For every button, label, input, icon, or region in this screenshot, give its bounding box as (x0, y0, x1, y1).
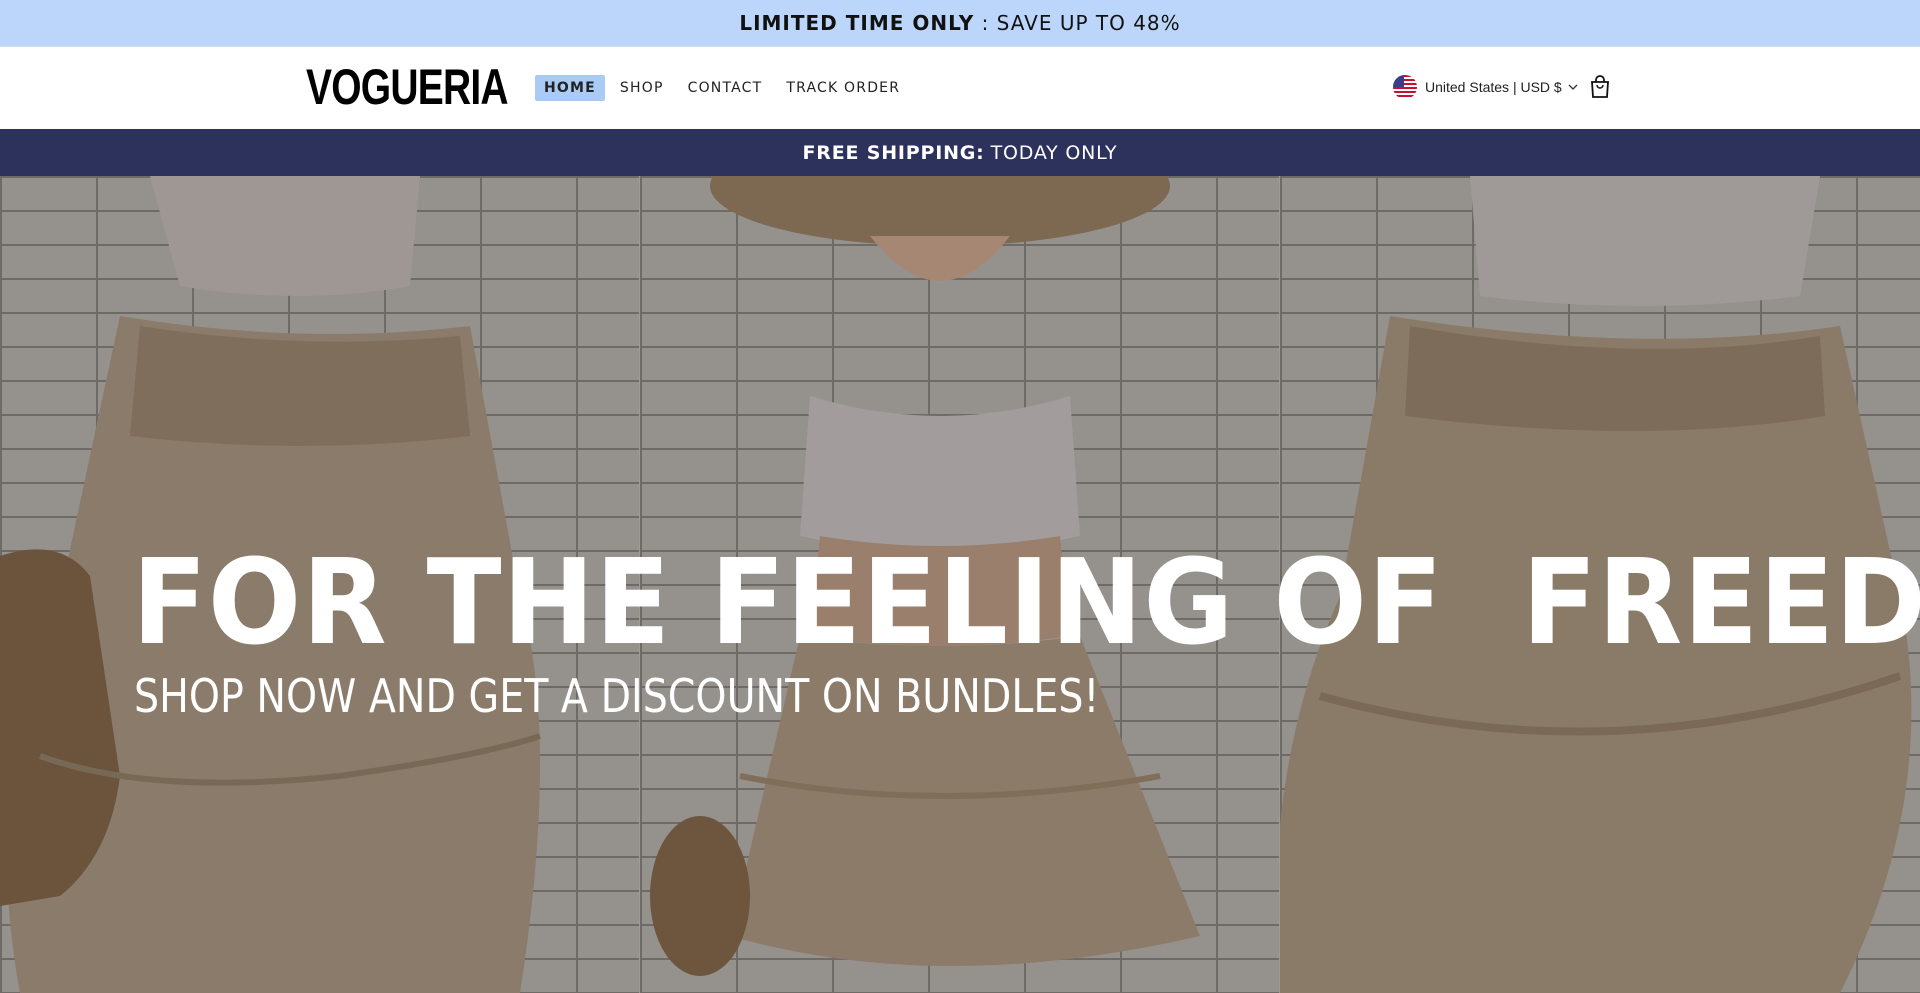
hero-banner[interactable]: FOR THE FEELING OF FREEDOM SHOP NOW AND … (0, 176, 1920, 993)
nav-shop[interactable]: SHOP (611, 75, 673, 101)
nav-track-order[interactable]: TRACK ORDER (777, 75, 909, 101)
nav-home[interactable]: HOME (535, 75, 605, 101)
announcement-bar: LIMITED TIME ONLY : SAVE UP TO 48% (0, 0, 1920, 47)
shipping-text: TODAY ONLY (990, 141, 1118, 164)
us-flag-icon (1393, 75, 1417, 99)
main-nav: HOME SHOP CONTACT TRACK ORDER (535, 75, 915, 101)
site-header: VOGUERIA HOME SHOP CONTACT TRACK ORDER U… (0, 47, 1920, 129)
shipping-bold: FREE SHIPPING: (802, 141, 985, 164)
chevron-down-icon (1568, 84, 1578, 90)
nav-contact[interactable]: CONTACT (679, 75, 772, 101)
shopping-bag-icon[interactable] (1589, 75, 1611, 104)
locale-selector[interactable]: United States | USD $ (1393, 75, 1578, 99)
logo[interactable]: VOGUERIA (306, 62, 509, 112)
hero-headline: FOR THE FEELING OF FREEDOM (132, 533, 1920, 671)
shipping-bar: FREE SHIPPING: TODAY ONLY (0, 129, 1920, 176)
announcement-bold: LIMITED TIME ONLY (739, 11, 975, 35)
announcement-text: : SAVE UP TO 48% (974, 11, 1181, 35)
hero-subline: SHOP NOW AND GET A DISCOUNT ON BUNDLES! (134, 669, 1100, 723)
locale-label: United States | USD $ (1425, 79, 1562, 95)
